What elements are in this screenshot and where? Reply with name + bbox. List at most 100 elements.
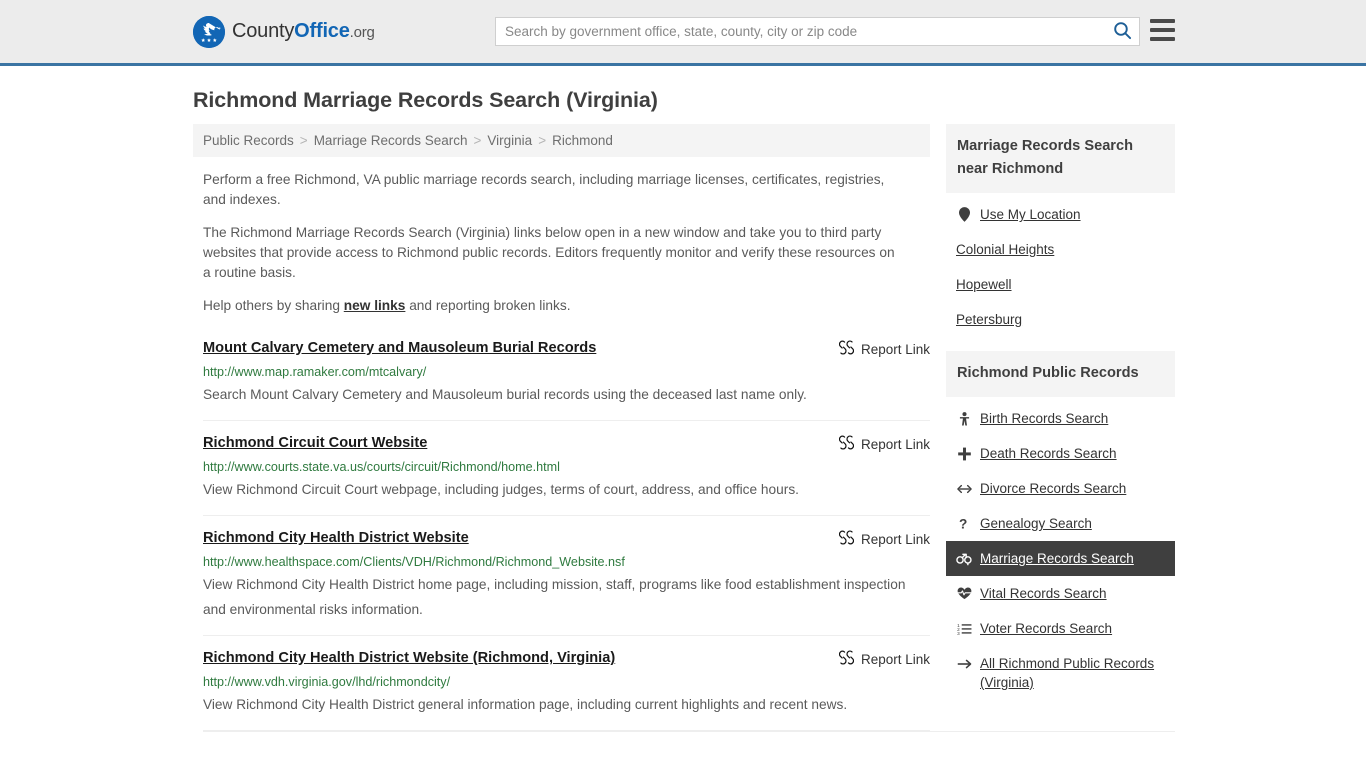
sidebar-item-label: Voter Records Search — [980, 621, 1113, 636]
site-logo[interactable]: CountyOffice.org — [193, 15, 375, 48]
result-url: http://www.map.ramaker.com/mtcalvary/ — [203, 365, 427, 379]
sidebar-item-genealogy-search[interactable]: ? Genealogy Search — [946, 506, 1175, 541]
table-row: Richmond City Health District Website Re… — [203, 516, 930, 636]
result-header: Richmond City Health District Website Re… — [203, 529, 930, 548]
list-ol-icon: 1 2 3 — [956, 619, 972, 638]
sidebar-item-petersburg[interactable]: Petersburg — [946, 302, 1175, 337]
result-title-link[interactable]: Richmond City Health District Website (R… — [203, 649, 615, 667]
result-header: Richmond City Health District Website (R… — [203, 649, 930, 668]
sidebar-item-label: Marriage Records Search — [980, 551, 1134, 566]
map-pin-icon — [956, 205, 972, 224]
breadcrumb-item-virginia[interactable]: Virginia — [487, 133, 532, 148]
broken-link-icon — [838, 340, 855, 358]
sidebar-item-label: Divorce Records Search — [980, 481, 1127, 496]
result-url: http://www.healthspace.com/Clients/VDH/R… — [203, 555, 625, 569]
sidebar-item-voter-records-search[interactable]: 1 2 3 Voter Records Search — [946, 611, 1175, 646]
hamburger-bar — [1150, 19, 1175, 23]
public-records-card: Richmond Public Records Birth Records Se… — [946, 351, 1175, 700]
search-input[interactable] — [496, 18, 1105, 45]
sidebar-item-use-my-location[interactable]: Use My Location — [946, 197, 1175, 232]
intro-paragraph-3: Help others by sharing new links and rep… — [193, 296, 903, 316]
mars-venus-icon — [956, 549, 972, 568]
sidebar-item-label: All Richmond Public Records (Virginia) — [980, 656, 1155, 690]
breadcrumb-separator: > — [473, 133, 482, 148]
report-link-button[interactable]: Report Link — [838, 530, 930, 548]
result-description: View Richmond City Health District home … — [203, 577, 906, 617]
left-right-arrow-icon — [956, 479, 972, 498]
question-mark-icon: ? — [956, 514, 972, 533]
report-link-button[interactable]: Report Link — [838, 435, 930, 453]
broken-link-icon — [838, 650, 855, 668]
sidebar-item-label: Use My Location — [980, 207, 1081, 222]
sidebar-item-label: Birth Records Search — [980, 411, 1109, 426]
intro-text-after: and reporting broken links. — [405, 298, 571, 313]
sidebar-item-label: Hopewell — [956, 277, 1012, 292]
sidebar-item-label: Death Records Search — [980, 446, 1117, 461]
result-description: View Richmond City Health District gener… — [203, 697, 848, 712]
result-header: Richmond Circuit Court Website Report Li… — [203, 434, 930, 453]
results-list: Mount Calvary Cemetery and Mausoleum Bur… — [193, 339, 930, 731]
svg-text:3: 3 — [957, 631, 960, 635]
broken-link-icon — [838, 435, 855, 453]
sidebar: Marriage Records Search near Richmond Us… — [946, 124, 1175, 714]
new-links-link[interactable]: new links — [344, 298, 406, 313]
breadcrumb: Public Records > Marriage Records Search… — [193, 124, 930, 157]
report-link-button[interactable]: Report Link — [838, 650, 930, 668]
broken-link-icon — [838, 530, 855, 548]
sidebar-item-all-richmond-public-records[interactable]: All Richmond Public Records (Virginia) — [946, 646, 1175, 700]
sidebar-item-colonial-heights[interactable]: Colonial Heights — [946, 232, 1175, 267]
breadcrumb-item-richmond[interactable]: Richmond — [552, 133, 613, 148]
breadcrumb-item-public-records[interactable]: Public Records — [203, 133, 294, 148]
main-content: Public Records > Marriage Records Search… — [193, 124, 930, 731]
baby-icon — [956, 409, 972, 428]
sidebar-item-death-records-search[interactable]: Death Records Search — [946, 436, 1175, 471]
result-title-link[interactable]: Mount Calvary Cemetery and Mausoleum Bur… — [203, 339, 596, 357]
report-link-label: Report Link — [860, 341, 930, 357]
breadcrumb-separator: > — [299, 133, 308, 148]
result-url: http://www.courts.state.va.us/courts/cir… — [203, 460, 560, 474]
sidebar-item-vital-records-search[interactable]: Vital Records Search — [946, 576, 1175, 611]
table-row: Richmond City Health District Website (R… — [203, 636, 930, 731]
svg-text:?: ? — [959, 517, 967, 532]
sidebar-item-divorce-records-search[interactable]: Divorce Records Search — [946, 471, 1175, 506]
breadcrumb-item-marriage-records-search[interactable]: Marriage Records Search — [314, 133, 468, 148]
result-url: http://www.vdh.virginia.gov/lhd/richmond… — [203, 675, 451, 689]
search-bar — [495, 17, 1140, 46]
result-title-link[interactable]: Richmond Circuit Court Website — [203, 434, 427, 452]
sidebar-item-label: Colonial Heights — [956, 242, 1055, 257]
nearby-records-list: Use My Location Colonial Heights Hopewel… — [946, 193, 1175, 337]
result-description: View Richmond Circuit Court webpage, inc… — [203, 482, 799, 497]
report-link-label: Report Link — [860, 651, 930, 667]
search-icon — [1113, 21, 1132, 43]
table-row: Mount Calvary Cemetery and Mausoleum Bur… — [203, 339, 930, 421]
public-records-heading: Richmond Public Records — [946, 351, 1175, 397]
logo-word-office: Office — [294, 20, 350, 42]
page-title: Richmond Marriage Records Search (Virgin… — [193, 88, 658, 112]
sidebar-item-marriage-records-search[interactable]: Marriage Records Search — [946, 541, 1175, 576]
nearby-records-card: Marriage Records Search near Richmond Us… — [946, 124, 1175, 337]
content-columns: Public Records > Marriage Records Search… — [193, 124, 1175, 731]
site-header: CountyOffice.org — [0, 0, 1366, 66]
hamburger-menu-icon[interactable] — [1150, 19, 1175, 41]
sidebar-item-hopewell[interactable]: Hopewell — [946, 267, 1175, 302]
result-title-link[interactable]: Richmond City Health District Website — [203, 529, 469, 547]
search-button[interactable] — [1105, 18, 1139, 45]
heartbeat-icon — [956, 584, 972, 603]
table-row: Richmond Circuit Court Website Report Li… — [203, 421, 930, 516]
sidebar-item-label: Genealogy Search — [980, 516, 1092, 531]
report-link-label: Report Link — [860, 436, 930, 452]
sidebar-item-label: Petersburg — [956, 312, 1023, 327]
intro-paragraph-1: Perform a free Richmond, VA public marri… — [203, 172, 885, 207]
arrow-right-icon — [956, 654, 972, 673]
result-header: Mount Calvary Cemetery and Mausoleum Bur… — [203, 339, 930, 358]
result-description: Search Mount Calvary Cemetery and Mausol… — [203, 387, 807, 402]
report-link-button[interactable]: Report Link — [838, 340, 930, 358]
intro-text-before: Help others by sharing — [203, 298, 344, 313]
hamburger-bar — [1150, 37, 1175, 41]
public-records-list: Birth Records Search Death Records Searc… — [946, 397, 1175, 700]
hamburger-bar — [1150, 28, 1175, 32]
breadcrumb-separator: > — [538, 133, 547, 148]
page-container: Richmond Marriage Records Search (Virgin… — [0, 88, 1366, 731]
sidebar-item-label: Vital Records Search — [980, 586, 1107, 601]
sidebar-item-birth-records-search[interactable]: Birth Records Search — [946, 401, 1175, 436]
